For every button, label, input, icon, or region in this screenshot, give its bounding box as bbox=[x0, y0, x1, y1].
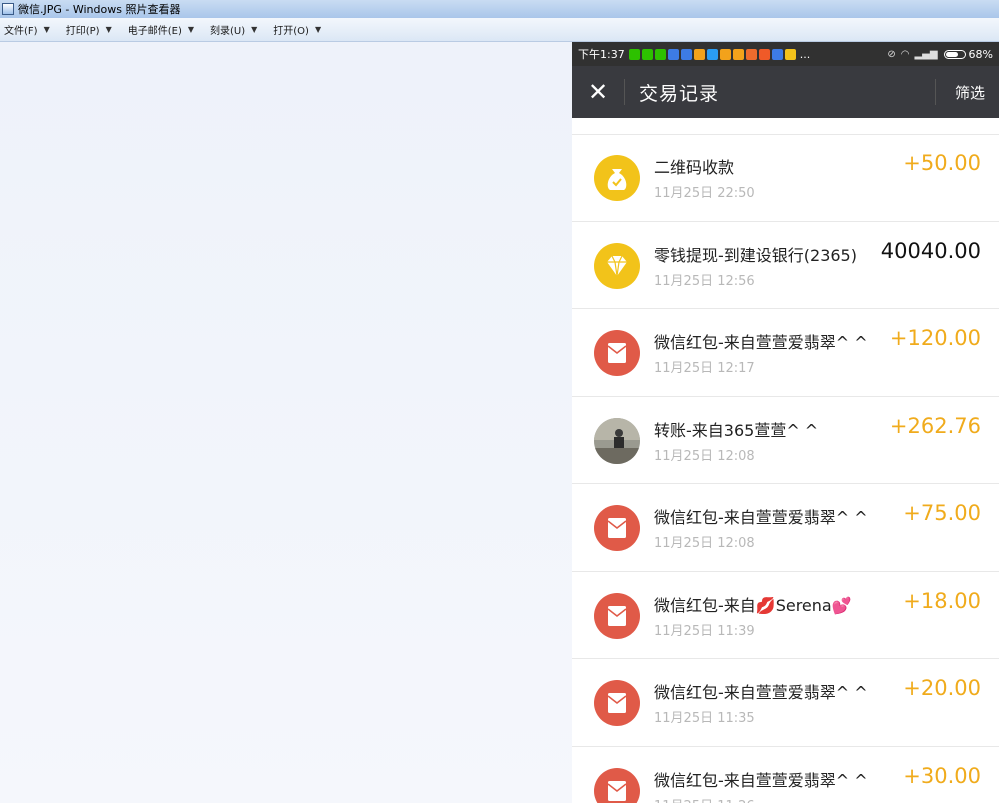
transaction-title: 微信红包-来自萱萱爱翡翠^ ^ bbox=[654, 683, 868, 702]
transaction-row[interactable]: 零钱提现-到建设银行(2365) 11月25日 12:56 40040.00 bbox=[572, 222, 999, 309]
app-notification-icon bbox=[719, 48, 731, 60]
phone-screenshot: 下午1:37 ... ⊘ ◠ ▂▄▆ 68% ✕ 交易记录 筛选 二维码收款 1… bbox=[572, 42, 999, 803]
transaction-date: 11月25日 11:26 bbox=[654, 795, 755, 803]
transaction-title: 转账-来自365萱萱^ ^ bbox=[654, 420, 819, 440]
status-time: 下午1:37 bbox=[578, 48, 625, 61]
more-notifications: ... bbox=[799, 47, 811, 61]
phone-status-bar: 下午1:37 ... ⊘ ◠ ▂▄▆ 68% bbox=[572, 42, 999, 66]
red-packet-icon bbox=[594, 505, 640, 551]
menu-item-label: 打开(O) bbox=[273, 26, 309, 37]
shield-notification-icon bbox=[771, 48, 783, 60]
user-photo-avatar bbox=[594, 417, 640, 464]
transaction-date: 11月25日 11:35 bbox=[654, 711, 755, 726]
red-packet-icon bbox=[594, 592, 640, 639]
app-notification-icon bbox=[758, 48, 770, 60]
transaction-amount: +50.00 bbox=[903, 151, 981, 175]
transaction-title: 零钱提现-到建设银行(2365) bbox=[654, 245, 857, 265]
transaction-amount: +75.00 bbox=[903, 501, 981, 525]
photo-viewer-icon bbox=[2, 3, 14, 15]
transaction-row[interactable]: 转账-来自365萱萱^ ^ 11月25日 12:08 +262.76 bbox=[572, 397, 999, 484]
red-packet-icon bbox=[594, 767, 640, 803]
transaction-amount: +30.00 bbox=[903, 763, 981, 788]
nav-divider bbox=[624, 79, 625, 105]
transaction-row[interactable]: 微信红包-来自萱萱爱翡翠^ ^ 11月25日 12:08 +75.00 bbox=[572, 484, 999, 572]
window-title: 微信.JPG - Windows 照片查看器 bbox=[18, 3, 181, 16]
menu-item-label: 刻录(U) bbox=[210, 26, 246, 37]
wechat-notification-icon bbox=[641, 48, 653, 60]
transaction-amount: +120.00 bbox=[889, 326, 981, 350]
page-title: 交易记录 bbox=[639, 82, 720, 105]
app-notification-icon bbox=[732, 48, 744, 60]
transaction-row[interactable]: 微信红包-来自萱萱爱翡翠^ ^ 11月25日 12:17 +120.00 bbox=[572, 309, 999, 397]
transaction-title: 微信红包-来自萱萱爱翡翠^ ^ bbox=[654, 770, 868, 790]
app-notification-icon bbox=[693, 48, 705, 60]
transaction-amount: +18.00 bbox=[903, 588, 981, 613]
transaction-title: 微信红包-来自萱萱爱翡翠^ ^ bbox=[654, 508, 868, 527]
mute-icon: ⊘ bbox=[887, 48, 896, 60]
menu-item-label: 打印(P) bbox=[65, 26, 100, 37]
battery-percent: 68% bbox=[968, 47, 993, 61]
menu-item-label: 电子邮件(E) bbox=[127, 26, 182, 37]
app-notification-icon bbox=[706, 48, 718, 60]
menu-item[interactable]: 打印(P) ▼ bbox=[66, 22, 112, 37]
dropdown-arrow-icon: ▼ bbox=[187, 25, 194, 34]
shield-notification-icon bbox=[680, 48, 692, 60]
app-notification-icon bbox=[745, 48, 757, 60]
shield-notification-icon bbox=[667, 48, 679, 60]
diamond-icon bbox=[594, 242, 640, 289]
wechat-notification-icon bbox=[654, 48, 666, 60]
menu-item-label: 文件(F) bbox=[4, 26, 38, 37]
transaction-list: 二维码收款 11月25日 22:50 +50.00 零钱提现-到建设银行(2365) 1… bbox=[572, 134, 999, 803]
filter-button[interactable]: 筛选 bbox=[939, 66, 999, 118]
transaction-row[interactable]: 二维码收款 11月25日 22:50 +50.00 bbox=[572, 134, 999, 222]
transaction-row[interactable]: 微信红包-来自萱萱爱翡翠^ ^ 11月25日 11:26 +30.00 bbox=[572, 747, 999, 803]
menu-item[interactable]: 打开(O) ▼ bbox=[273, 22, 321, 37]
menu-item[interactable]: 电子邮件(E) ▼ bbox=[128, 22, 194, 37]
transaction-title: 微信红包-来自萱萱爱翡翠^ ^ bbox=[654, 333, 868, 352]
dropdown-arrow-icon: ▼ bbox=[314, 25, 322, 34]
transaction-date: 11月25日 11:39 bbox=[654, 623, 755, 639]
menu-item[interactable]: 刻录(U) ▼ bbox=[210, 22, 257, 37]
battery-icon bbox=[943, 49, 966, 59]
red-packet-icon bbox=[594, 330, 640, 376]
app-notification-icon bbox=[784, 48, 796, 60]
transaction-row[interactable]: 微信红包-来自萱萱爱翡翠^ ^ 11月25日 11:35 +20.00 bbox=[572, 659, 999, 747]
transaction-title: 微信红包-来自💋Serena💕 bbox=[654, 595, 852, 615]
dropdown-arrow-icon: ▼ bbox=[105, 25, 112, 34]
window-title-bar: 微信.JPG - Windows 照片查看器 bbox=[0, 0, 999, 18]
transaction-title: 二维码收款 bbox=[654, 158, 735, 177]
transaction-amount: 40040.00 bbox=[880, 238, 981, 263]
wechat-notification-icon bbox=[628, 48, 640, 60]
transaction-amount: +20.00 bbox=[903, 676, 981, 700]
dropdown-arrow-icon: ▼ bbox=[43, 25, 50, 34]
signal-icon: ▂▄▆ bbox=[914, 48, 938, 60]
transaction-row[interactable]: 微信红包-来自💋Serena💕 11月25日 11:39 +18.00 bbox=[572, 572, 999, 659]
notification-icons: ... bbox=[628, 47, 811, 61]
status-indicators: ⊘ ◠ ▂▄▆ 68% bbox=[882, 48, 993, 61]
dropdown-arrow-icon: ▼ bbox=[251, 25, 258, 34]
wifi-icon: ◠ bbox=[900, 48, 910, 60]
red-packet-icon bbox=[594, 680, 640, 726]
transaction-date: 11月25日 12:08 bbox=[654, 536, 755, 551]
transaction-amount: +262.76 bbox=[889, 413, 981, 438]
menu-bar: 文件(F) ▼ 打印(P) ▼ 电子邮件(E) ▼ 刻录(U) ▼ 打开(O) ▼ bbox=[0, 18, 999, 42]
close-button[interactable]: ✕ bbox=[572, 66, 624, 118]
transaction-date: 11月25日 12:56 bbox=[654, 273, 755, 289]
top-navigation-bar: ✕ 交易记录 筛选 bbox=[572, 66, 999, 118]
menu-item[interactable]: 文件(F) ▼ bbox=[4, 22, 50, 37]
money-bag-icon bbox=[594, 155, 640, 201]
filter-divider bbox=[935, 79, 936, 105]
transaction-date: 11月25日 12:08 bbox=[654, 448, 755, 464]
transaction-date: 11月25日 12:17 bbox=[654, 361, 755, 376]
transaction-date: 11月25日 22:50 bbox=[654, 186, 755, 201]
